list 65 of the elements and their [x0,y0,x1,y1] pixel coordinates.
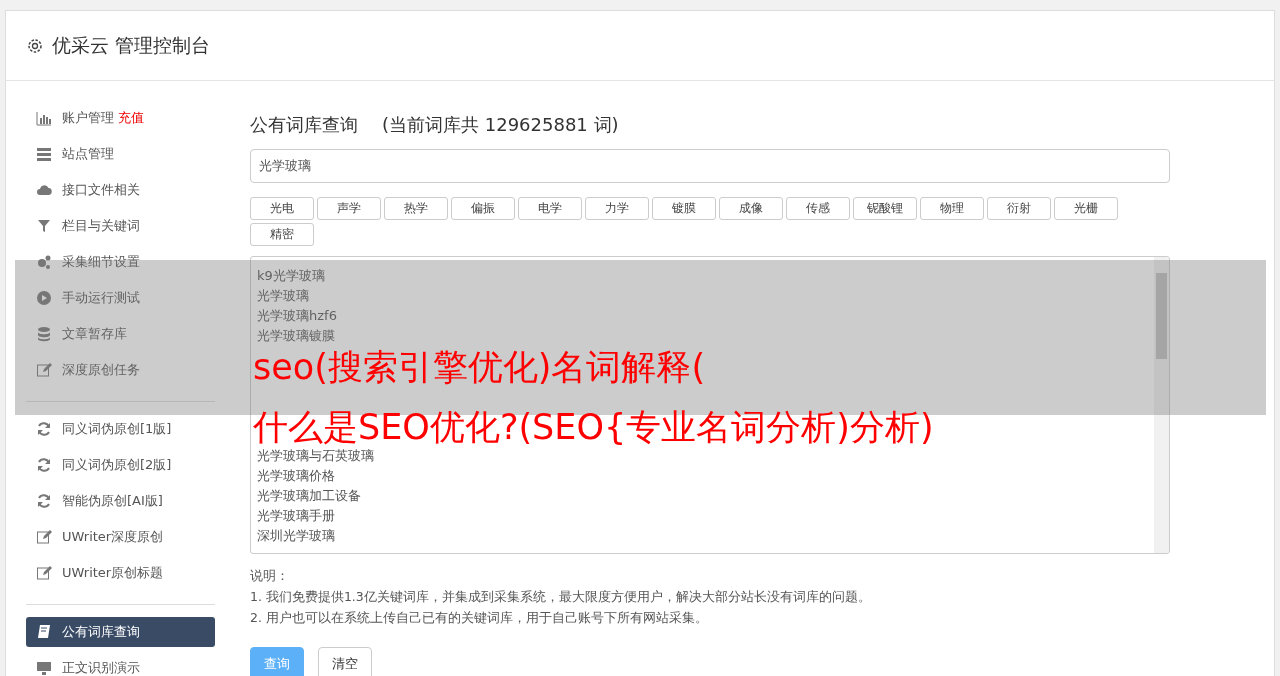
cloud-upload-icon [36,182,52,198]
tag-button[interactable]: 光电 [250,197,314,220]
tag-button[interactable]: 铌酸锂 [853,197,917,220]
sidebar-item[interactable]: 文章暂存库 [26,319,215,349]
banner-title: 什么是SEO优化?(SEO{专业名词分析)分析) [253,409,934,445]
page-title: 公有词库查询 [250,113,358,137]
server-icon [36,146,52,162]
tag-button[interactable]: 衍射 [987,197,1051,220]
tag-button[interactable]: 传感 [786,197,850,220]
refresh-icon [36,421,52,437]
scrollbar[interactable] [1154,257,1169,553]
play-icon [36,290,52,306]
clear-button[interactable]: 清空 [318,647,372,676]
sidebar-item[interactable]: 接口文件相关 [26,175,215,205]
sidebar-item[interactable]: UWriter原创标题 [26,558,215,588]
console-title: 优采云 管理控制台 [52,32,211,58]
tag-button[interactable]: 精密 [250,223,314,246]
monitor-icon [36,660,52,676]
edit-icon [36,529,52,545]
result-item[interactable]: 光学玻璃镀膜 [257,326,335,346]
notes-title: 说明： [250,568,290,585]
sidebar-item[interactable]: 公有词库查询 [26,617,215,647]
result-item[interactable]: 光学玻璃 [257,286,309,306]
note-text: 1. 我们免费提供1.3亿关键词库，并集成到采集系统，最大限度方便用户，解决大部分站长没有词库的问题。 [250,589,872,606]
word-count: (当前词库共 129625881 词) [382,113,619,137]
tag-button[interactable]: 力学 [585,197,649,220]
tag-button[interactable]: 镀膜 [652,197,716,220]
sidebar-item[interactable]: 手动运行测试 [26,283,215,313]
sidebar-item[interactable]: 采集细节设置 [26,247,215,277]
sidebar-item[interactable]: 站点管理 [26,139,215,169]
refresh-icon [36,493,52,509]
tag-button[interactable]: 热学 [384,197,448,220]
tag-button[interactable]: 声学 [317,197,381,220]
filter-icon [36,218,52,234]
result-item[interactable]: 光学玻璃手册 [257,506,335,526]
edit-icon [36,362,52,378]
sidebar-item[interactable]: 账户管理 充值 [26,103,215,133]
sidebar-item[interactable]: 同义词伪原创[1版] [26,414,215,444]
sidebar-item[interactable]: 同义词伪原创[2版] [26,450,215,480]
sidebar-item[interactable]: 深度原创任务 [26,355,215,385]
book-icon [36,624,52,640]
tag-button[interactable]: 物理 [920,197,984,220]
result-item[interactable]: 深圳光学玻璃 [257,526,335,546]
result-item[interactable]: 光学玻璃hzf6 [257,306,337,326]
result-item[interactable]: 光学玻璃价格 [257,466,335,486]
note-text: 2. 用户也可以在系统上传自己已有的关键词库，用于自己账号下所有网站采集。 [250,610,709,627]
tag-button[interactable]: 偏振 [451,197,515,220]
sidebar-item[interactable]: UWriter深度原创 [26,522,215,552]
sidebar-item[interactable]: 正文识别演示 [26,653,215,676]
database-icon [36,326,52,342]
result-item[interactable]: 光学玻璃加工设备 [257,486,361,506]
refresh-icon [36,457,52,473]
settings-icon [26,36,44,55]
result-item[interactable]: k9光学玻璃 [257,266,325,286]
tag-button[interactable]: 光栅 [1054,197,1118,220]
tag-button[interactable]: 电学 [518,197,582,220]
search-field[interactable]: 光学玻璃 [250,149,1170,183]
result-item[interactable]: 光学玻璃与石英玻璃 [257,446,374,466]
edit-icon [36,565,52,581]
bar-chart-icon [36,110,52,126]
tag-button[interactable]: 成像 [719,197,783,220]
gears-icon [36,254,52,270]
sidebar-item[interactable]: 栏目与关键词 [26,211,215,241]
banner-title: seo(搜索引擎优化)名词解释( [253,349,706,385]
sidebar-item[interactable]: 智能伪原创[AI版] [26,486,215,516]
